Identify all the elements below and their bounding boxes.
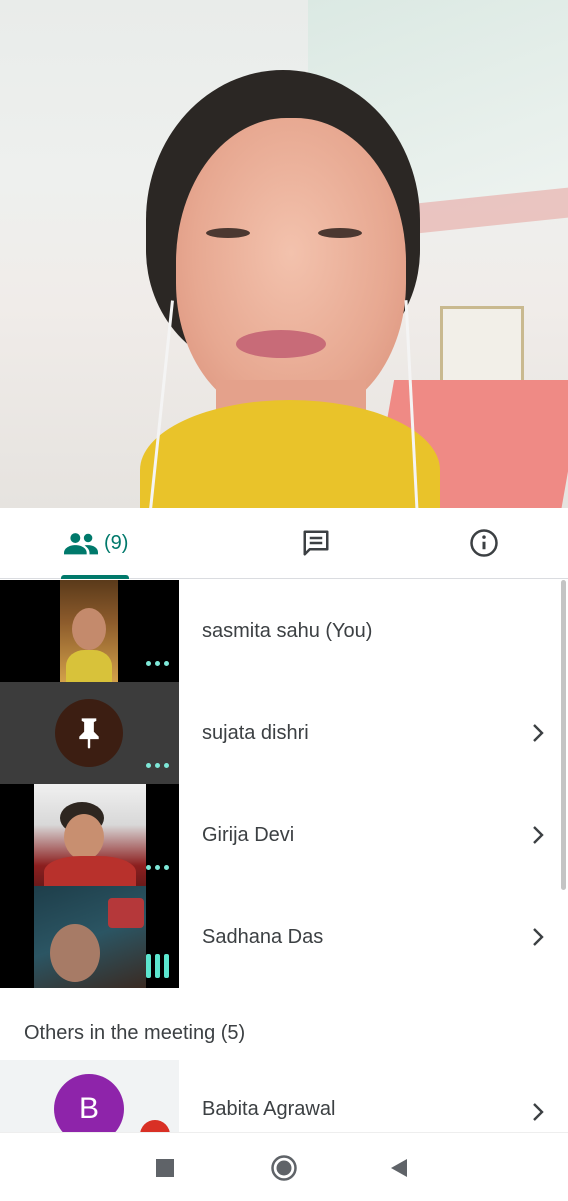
people-count: (9) xyxy=(104,531,129,554)
system-navigation-bar xyxy=(0,1132,568,1201)
back-icon xyxy=(391,1159,407,1177)
participant-row[interactable]: Girija Devi xyxy=(0,784,568,886)
chevron-right-icon[interactable] xyxy=(528,721,548,745)
others-section-header: Others in the meeting (5) xyxy=(24,1022,246,1044)
participant-name: Girija Devi xyxy=(202,823,295,846)
participant-video xyxy=(60,580,118,682)
tab-people[interactable]: (9) xyxy=(0,508,232,579)
chevron-right-icon[interactable] xyxy=(528,823,548,847)
home-button[interactable] xyxy=(267,1151,301,1185)
tab-info[interactable] xyxy=(400,508,568,578)
speaker-lips xyxy=(236,330,326,358)
chevron-right-icon[interactable] xyxy=(528,1100,548,1124)
home-icon xyxy=(271,1155,297,1181)
speaking-indicator xyxy=(146,954,169,978)
participant-video xyxy=(34,784,146,886)
more-options-icon[interactable] xyxy=(146,661,169,666)
people-icon xyxy=(64,533,98,555)
tab-chat[interactable] xyxy=(232,508,400,578)
back-button[interactable] xyxy=(382,1151,416,1185)
more-options-icon[interactable] xyxy=(146,865,169,870)
mic-off-icon xyxy=(140,1120,170,1132)
wall-picture xyxy=(440,306,524,384)
speaker-eye-right xyxy=(318,228,362,238)
pin-icon xyxy=(79,718,99,749)
participant-tile xyxy=(0,580,179,682)
participant-tile xyxy=(0,886,179,988)
speaker-face xyxy=(176,118,406,418)
chevron-right-icon[interactable] xyxy=(528,925,548,949)
participant-name: sasmita sahu (You) xyxy=(202,619,373,642)
chat-icon xyxy=(303,530,329,556)
avatar: B xyxy=(54,1074,124,1132)
participant-name: sujata dishri xyxy=(202,721,309,744)
participant-name: Sadhana Das xyxy=(202,925,324,948)
recents-button[interactable] xyxy=(148,1151,182,1185)
participant-row[interactable]: B Babita Agrawal xyxy=(0,1060,568,1140)
main-video-feed[interactable] xyxy=(0,0,568,508)
list-scrollbar[interactable] xyxy=(561,580,566,890)
participant-row[interactable]: sujata dishri xyxy=(0,682,568,784)
more-options-icon[interactable] xyxy=(146,763,169,768)
speaker-eye-left xyxy=(206,228,250,238)
participant-row[interactable]: Sadhana Das xyxy=(0,886,568,988)
participant-tile: B xyxy=(0,1060,179,1132)
participant-video xyxy=(34,886,146,988)
participants-list[interactable]: sasmita sahu (You) sujata dishri Girija … xyxy=(0,580,568,1132)
pin-avatar xyxy=(55,699,123,767)
active-tab-indicator xyxy=(61,575,129,579)
participant-tile xyxy=(0,784,179,886)
recents-icon xyxy=(156,1159,174,1177)
participant-row[interactable]: sasmita sahu (You) xyxy=(0,580,568,682)
participant-tile xyxy=(0,682,179,784)
tab-bar: (9) xyxy=(0,508,568,579)
info-icon xyxy=(470,529,498,557)
